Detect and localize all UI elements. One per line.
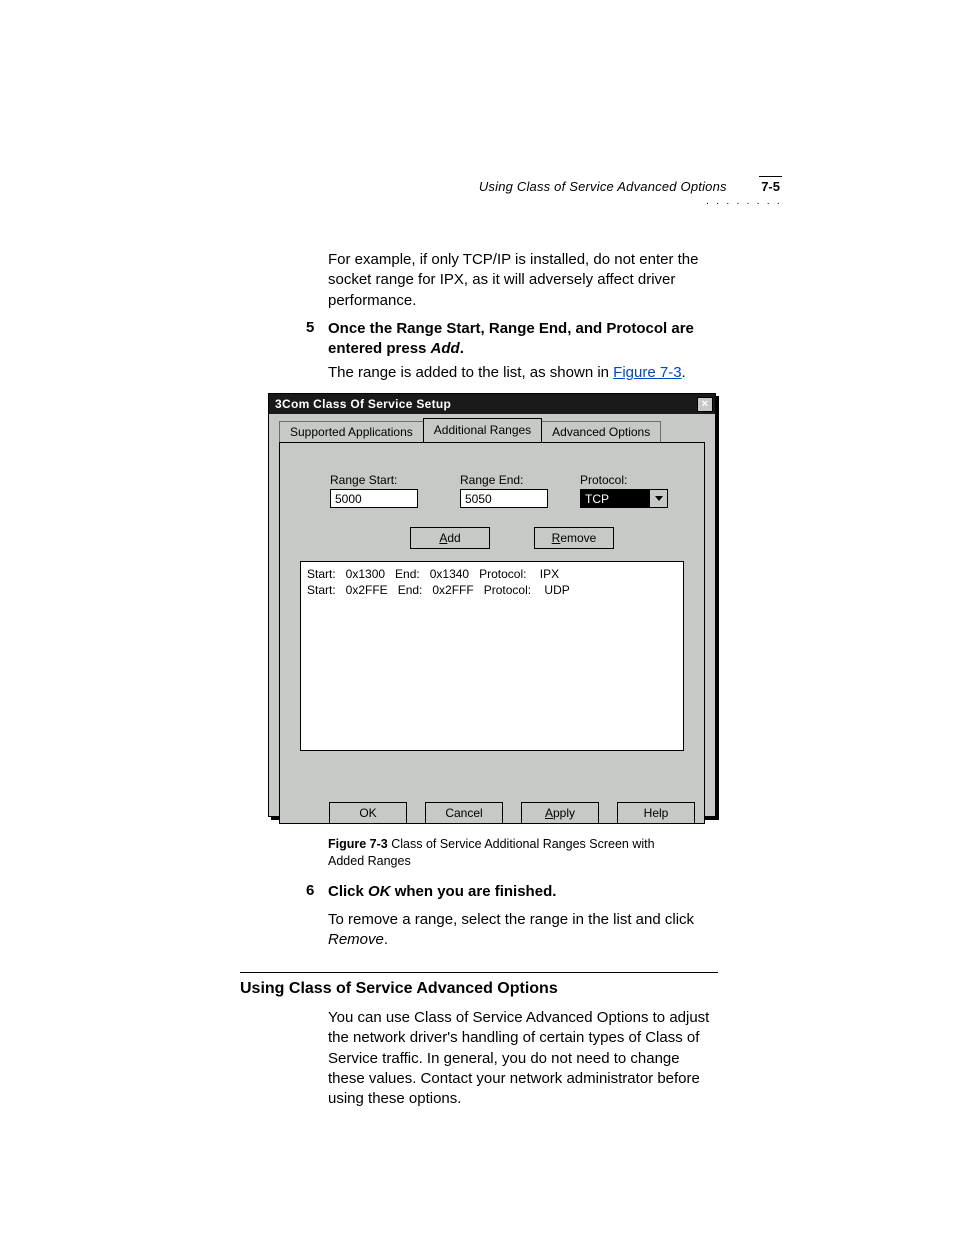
- section-rule: [240, 972, 718, 973]
- paragraph-advanced: You can use Class of Service Advanced Op…: [328, 1008, 718, 1109]
- figure-7-3-caption: Figure 7-3 Class of Service Additional R…: [328, 836, 688, 870]
- remove-post: emove: [560, 531, 596, 545]
- remove-button[interactable]: Remove: [534, 527, 614, 549]
- tab-supported-applications[interactable]: Supported Applications: [279, 421, 424, 443]
- cancel-button[interactable]: Cancel: [425, 802, 503, 824]
- step6-ok-em: OK: [368, 883, 391, 900]
- chevron-down-icon: [655, 496, 663, 501]
- tab-advanced-options[interactable]: Advanced Options: [541, 421, 661, 443]
- apply-button[interactable]: Apply: [521, 802, 599, 824]
- figure-7-3-link[interactable]: Figure 7-3: [613, 364, 681, 381]
- running-header: Using Class of Service Advanced Options …: [479, 178, 782, 196]
- step-5-line2a: entered press: [328, 340, 431, 357]
- input-range-start[interactable]: [330, 489, 418, 508]
- step-6-number: 6: [306, 882, 314, 899]
- ranges-listbox[interactable]: Start: 0x1300 End: 0x1340 Protocol: IPX …: [300, 561, 684, 751]
- help-button[interactable]: Help: [617, 802, 695, 824]
- label-range-start: Range Start:: [330, 473, 440, 487]
- step6-a: Click: [328, 883, 368, 900]
- protocol-selected: TCP: [580, 489, 650, 508]
- tab-panel-additional-ranges: Range Start: Range End: Protocol: TCP: [279, 442, 705, 824]
- remove-underline: R: [552, 531, 561, 545]
- apply-post: pply: [553, 806, 575, 820]
- page-number: 7-5: [759, 176, 782, 194]
- dialog-titlebar: 3Com Class Of Service Setup ×: [269, 394, 715, 414]
- tab-row: Supported Applications Additional Ranges…: [279, 420, 705, 442]
- step-5-number: 5: [306, 319, 314, 336]
- field-range-start: Range Start:: [330, 473, 440, 508]
- tab-additional-ranges[interactable]: Additional Ranges: [423, 418, 542, 442]
- section-heading: Using Class of Service Advanced Options: [240, 980, 558, 998]
- remove-a: To remove a range, select the range in t…: [328, 911, 694, 928]
- step6-b: when you are finished.: [391, 883, 557, 900]
- step-5-line2b: .: [460, 340, 464, 357]
- step-5-add-em: Add: [431, 340, 460, 357]
- protocol-dropdown-button[interactable]: [650, 489, 668, 508]
- add-underline: A: [439, 531, 447, 545]
- ok-button[interactable]: OK: [329, 802, 407, 824]
- cos-setup-dialog: 3Com Class Of Service Setup × Supported …: [268, 393, 716, 817]
- paragraph-remove: To remove a range, select the range in t…: [328, 910, 718, 951]
- step-6-text: Click OK when you are finished.: [328, 882, 718, 902]
- label-range-end: Range End:: [460, 473, 570, 487]
- field-range-end: Range End:: [460, 473, 570, 508]
- step-5-line1: Once the Range Start, Range End, and Pro…: [328, 320, 694, 337]
- close-button[interactable]: ×: [697, 397, 713, 412]
- figure-label: Figure 7-3: [328, 837, 388, 851]
- running-title: Using Class of Service Advanced Options: [479, 179, 727, 194]
- dialog-title: 3Com Class Of Service Setup: [275, 397, 451, 411]
- step-5-text: Once the Range Start, Range End, and Pro…: [328, 319, 718, 360]
- dialog-client: Supported Applications Additional Ranges…: [269, 414, 715, 834]
- remove-em: Remove: [328, 931, 384, 948]
- label-protocol: Protocol:: [580, 473, 690, 487]
- apply-underline: A: [545, 806, 553, 820]
- dialog-button-row: OK Cancel Apply Help: [269, 802, 715, 824]
- range-added-a: The range is added to the list, as shown…: [328, 364, 613, 381]
- protocol-dropdown[interactable]: TCP: [580, 489, 690, 508]
- range-added-b: .: [682, 364, 686, 381]
- field-protocol: Protocol: TCP: [580, 473, 690, 508]
- add-post: dd: [447, 531, 460, 545]
- add-button[interactable]: Add: [410, 527, 490, 549]
- header-ornament: · · · · · · · ·: [706, 198, 782, 209]
- paragraph-range-added: The range is added to the list, as shown…: [328, 363, 718, 383]
- paragraph-example: For example, if only TCP/IP is installed…: [328, 250, 718, 311]
- input-range-end[interactable]: [460, 489, 548, 508]
- remove-b: .: [384, 931, 388, 948]
